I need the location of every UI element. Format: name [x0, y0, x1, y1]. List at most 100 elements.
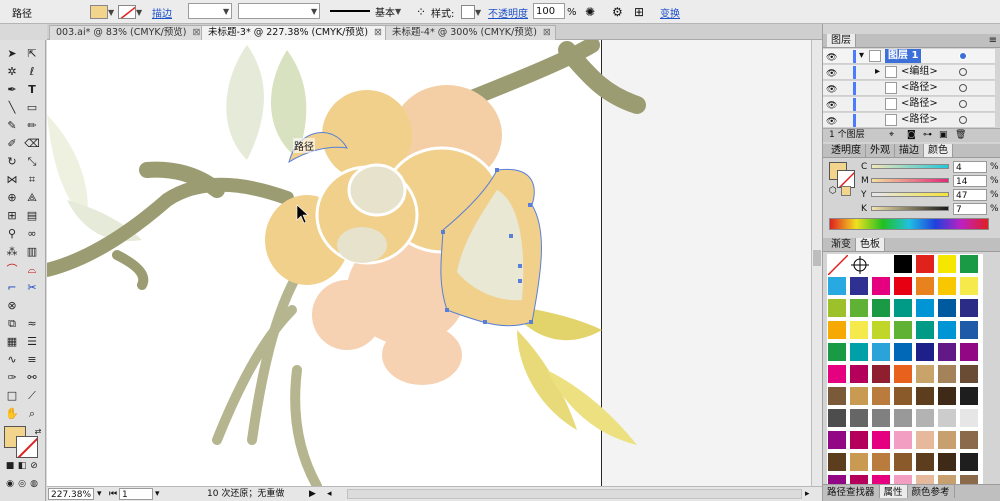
status-menu-icon[interactable]: ▶	[309, 488, 316, 500]
color-swatch[interactable]	[937, 364, 957, 384]
mesh-tool-icon[interactable]: ⊞	[2, 208, 22, 224]
color-swatch[interactable]	[915, 474, 935, 484]
transform-link[interactable]: 变换	[660, 3, 680, 21]
color-swatch[interactable]	[871, 320, 891, 340]
color-swatch[interactable]	[937, 474, 957, 484]
tab-color[interactable]: 颜色	[924, 144, 953, 157]
stroke-link[interactable]: 描边	[152, 3, 172, 21]
artboard-tool-icon[interactable]: ⧉	[2, 316, 22, 332]
stroke-swatch[interactable]: ▼	[118, 3, 142, 21]
panel-menu-icon[interactable]: ≡	[989, 34, 997, 47]
tab-stroke[interactable]: 描边	[895, 144, 924, 157]
target-icon[interactable]	[959, 84, 967, 92]
color-swatch[interactable]	[849, 408, 869, 428]
hscroll-right-icon[interactable]: ▸	[805, 488, 810, 500]
color-swatch[interactable]	[827, 364, 847, 384]
color-swatch[interactable]	[959, 452, 979, 472]
color-swatch[interactable]	[959, 276, 979, 296]
color-swatch[interactable]	[849, 276, 869, 296]
color-swatch[interactable]	[893, 276, 913, 296]
variable-width-select[interactable]: ▼	[238, 3, 320, 19]
color-swatch[interactable]	[937, 452, 957, 472]
black-slider[interactable]: K 7 %	[861, 203, 999, 216]
color-swatch[interactable]	[871, 364, 891, 384]
zoom-tool-icon[interactable]: ⌕	[22, 406, 42, 422]
horizontal-scrollbar[interactable]	[347, 489, 802, 499]
selection-tool-icon[interactable]: ➤	[2, 46, 22, 62]
zoom-field[interactable]: 227.38%	[48, 488, 94, 500]
expand-icon[interactable]: ▾	[859, 49, 864, 63]
color-swatch[interactable]	[959, 430, 979, 450]
scale-tool-icon[interactable]: ⤡	[22, 154, 42, 170]
artboard-frame-icon[interactable]: □	[2, 388, 22, 404]
symbol-sprayer-icon[interactable]: ⁂	[2, 244, 22, 260]
opacity-field[interactable]: 100	[533, 3, 565, 19]
registration-swatch[interactable]	[849, 254, 869, 274]
graph-tool-icon[interactable]: ▥	[22, 244, 42, 260]
color-swatch[interactable]	[915, 276, 935, 296]
color-swatch[interactable]	[849, 474, 869, 484]
type-tool-icon[interactable]: T	[22, 82, 42, 98]
color-swatch[interactable]	[849, 364, 869, 384]
tab-untitled-4[interactable]: 未标题-4* @ 300% (CMYK/预览) ⊠	[385, 25, 556, 40]
color-swatch[interactable]	[893, 254, 913, 274]
color-swatch[interactable]	[959, 342, 979, 362]
color-swatch[interactable]	[915, 254, 935, 274]
color-swatch[interactable]	[915, 430, 935, 450]
graphic-style-icon[interactable]: ⁘	[416, 3, 426, 21]
color-swatch[interactable]	[915, 386, 935, 406]
path-tool-icon[interactable]: ∿	[2, 352, 22, 368]
yellow-slider[interactable]: Y 47 %	[861, 189, 999, 202]
anchor-remove-icon[interactable]: ⌓	[22, 262, 42, 278]
slice-tool-icon[interactable]: ≈	[22, 316, 42, 332]
color-swatch[interactable]	[893, 474, 913, 484]
layer-row[interactable]: 👁 ▸ <编组>	[823, 65, 995, 80]
color-swatch[interactable]	[871, 452, 891, 472]
width-tool-icon[interactable]: ⋈	[2, 172, 22, 188]
tab-gradient[interactable]: 渐变	[827, 238, 856, 251]
color-swatch[interactable]	[871, 254, 891, 274]
color-swatch[interactable]	[849, 320, 869, 340]
color-swatch[interactable]	[827, 320, 847, 340]
layer-row[interactable]: 👁 <路径>	[823, 81, 995, 96]
rectangle-tool-icon[interactable]: ▭	[22, 100, 42, 116]
eyedropper-alt-icon[interactable]: ✑	[2, 370, 22, 386]
color-swatch[interactable]	[849, 452, 869, 472]
color-swatch[interactable]	[871, 342, 891, 362]
cyan-slider[interactable]: C 4 %	[861, 161, 999, 174]
shape-builder-icon[interactable]: ⊕	[2, 190, 22, 206]
cyan-value[interactable]: 4	[953, 161, 987, 173]
hscroll-left-icon[interactable]: ◂	[327, 488, 332, 500]
none-mode-icon[interactable]: ⊘	[24, 458, 44, 474]
color-swatch[interactable]	[959, 298, 979, 318]
color-swatch[interactable]	[827, 452, 847, 472]
page-field[interactable]: 1	[119, 488, 153, 500]
black-value[interactable]: 7	[953, 203, 987, 215]
color-swatch[interactable]	[937, 408, 957, 428]
layer-row[interactable]: 👁 <路径>	[823, 97, 995, 112]
layer-name[interactable]: <路径>	[901, 97, 938, 111]
eye-icon[interactable]: 👁	[826, 99, 837, 113]
color-swatch[interactable]	[827, 386, 847, 406]
color-swatch[interactable]	[827, 430, 847, 450]
color-swatch[interactable]	[893, 320, 913, 340]
close-icon[interactable]: ⊠	[374, 27, 382, 38]
tab-attributes[interactable]: 属性	[879, 485, 908, 498]
color-swatch[interactable]	[915, 452, 935, 472]
tab-layers[interactable]: 图层	[827, 34, 856, 47]
color-swatch[interactable]	[937, 254, 957, 274]
blend-tool-icon[interactable]: ∞	[22, 226, 42, 242]
expand-icon[interactable]: ▸	[875, 65, 880, 79]
color-swatch[interactable]	[871, 276, 891, 296]
layer-row[interactable]: 👁 <路径>	[823, 113, 995, 128]
color-swatch[interactable]	[959, 474, 979, 484]
color-swatch[interactable]	[915, 320, 935, 340]
color-swatch[interactable]	[937, 298, 957, 318]
color-swatch[interactable]	[893, 430, 913, 450]
column-graph-icon[interactable]: ▦	[2, 334, 22, 350]
color-swatch[interactable]	[893, 452, 913, 472]
lasso-icon[interactable]: ℓ	[22, 64, 42, 80]
color-swatch[interactable]	[849, 298, 869, 318]
tab-transparency[interactable]: 透明度	[827, 144, 866, 157]
gradient-tool-icon[interactable]: ▤	[22, 208, 42, 224]
